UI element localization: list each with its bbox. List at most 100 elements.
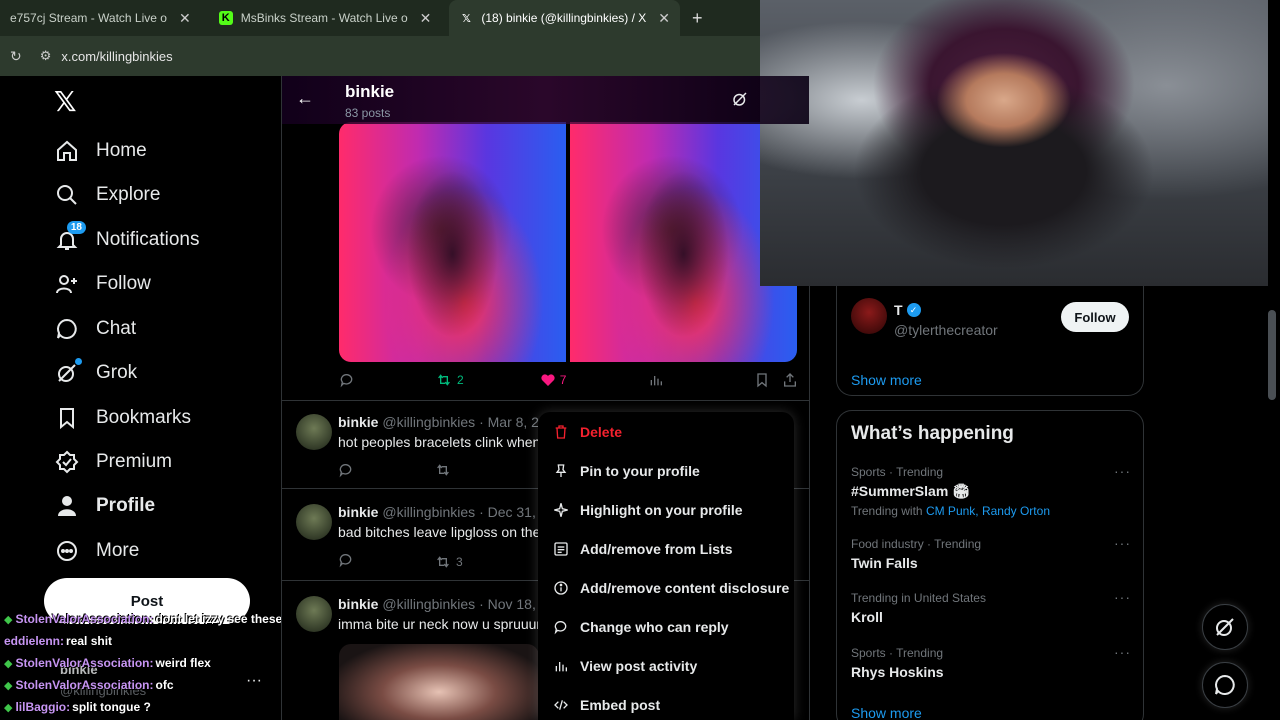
- page-scrollbar[interactable]: [1268, 310, 1276, 400]
- tweet-handle[interactable]: @killingbinkies: [382, 414, 475, 430]
- grok-icon[interactable]: [731, 90, 749, 108]
- site-settings-icon[interactable]: ⚙: [40, 48, 52, 64]
- chat-message: ◆ StolenValorAssociation: dont let izzy …: [0, 608, 290, 630]
- nav-explore[interactable]: Explore: [54, 182, 160, 208]
- reply-icon[interactable]: [338, 552, 354, 571]
- retweet-count: 2: [457, 373, 464, 387]
- more-dots-icon[interactable]: ···: [1114, 644, 1131, 660]
- tweet-author[interactable]: binkie: [338, 504, 378, 520]
- close-icon[interactable]: ✕: [179, 10, 191, 27]
- nav-notifications[interactable]: 18 Notifications: [54, 221, 200, 253]
- nav-premium[interactable]: Premium: [54, 449, 172, 475]
- menu-pin[interactable]: Pin to your profile: [538, 451, 794, 490]
- post-media[interactable]: [339, 122, 797, 362]
- menu-post-activity[interactable]: View post activity: [538, 646, 794, 685]
- avatar[interactable]: [296, 414, 332, 450]
- suggested-user-handle[interactable]: @tylerthecreator: [894, 322, 998, 338]
- nav-chat[interactable]: Chat: [54, 316, 136, 342]
- avatar[interactable]: [296, 504, 332, 540]
- analytics-icon: [651, 376, 663, 386]
- nav-profile[interactable]: Profile: [54, 493, 155, 519]
- browser-tab-2[interactable]: K MsBinks Stream - Watch Live o ✕: [209, 0, 442, 36]
- share-button[interactable]: [782, 372, 798, 388]
- tab-title: e757cj Stream - Watch Live o: [10, 11, 167, 25]
- chat-username: eddielenn:: [4, 634, 65, 648]
- x-favicon-icon: 𝕏: [461, 12, 471, 25]
- retweet-button[interactable]: 3: [434, 552, 463, 571]
- menu-change-reply[interactable]: Change who can reply: [538, 607, 794, 646]
- x-logo-icon[interactable]: 𝕏: [54, 88, 82, 116]
- tweet-text: hot peoples bracelets clink when: [338, 434, 541, 450]
- menu-content-disclosure[interactable]: Add/remove content disclosure: [538, 568, 794, 607]
- bookmark-icon: [757, 373, 768, 388]
- nav-home[interactable]: Home: [54, 138, 147, 164]
- media-photo[interactable]: [339, 122, 566, 362]
- menu-label: Embed post: [580, 696, 661, 713]
- retweet-count: 3: [456, 554, 463, 569]
- back-arrow-icon[interactable]: ←: [296, 88, 314, 109]
- search-icon: [54, 182, 80, 208]
- bookmark-button[interactable]: [754, 372, 770, 388]
- like-count: 7: [559, 373, 567, 387]
- gem-icon: ◆: [4, 613, 13, 626]
- menu-lists[interactable]: Add/remove from Lists: [538, 529, 794, 568]
- avatar[interactable]: [851, 298, 887, 334]
- gem-icon: ◆: [4, 701, 13, 714]
- nav-bookmarks[interactable]: Bookmarks: [54, 405, 191, 431]
- more-dots-icon[interactable]: ···: [1114, 463, 1131, 479]
- trend-title: #SummerSlam 🏟: [851, 483, 970, 499]
- avatar[interactable]: [296, 596, 332, 632]
- trend-related-link[interactable]: CM Punk, Randy Orton: [926, 504, 1050, 518]
- tweet-author[interactable]: binkie: [338, 596, 378, 612]
- reload-icon[interactable]: ↻: [10, 48, 22, 65]
- nav-label: Premium: [96, 451, 173, 472]
- nav-more[interactable]: More: [54, 538, 139, 564]
- reply-icon[interactable]: [338, 462, 354, 481]
- new-tab-button[interactable]: +: [692, 8, 703, 29]
- menu-highlight[interactable]: Highlight on your profile: [538, 490, 794, 529]
- tweet-actions: [338, 462, 452, 481]
- nav-follow[interactable]: Follow: [54, 271, 151, 297]
- retweet-icon[interactable]: [434, 462, 452, 481]
- close-icon[interactable]: ✕: [420, 10, 432, 27]
- tab-title: (18) binkie (@killingbinkies) / X: [481, 11, 647, 25]
- show-more-link[interactable]: Show more: [851, 705, 922, 720]
- close-icon[interactable]: ✕: [658, 10, 670, 27]
- browser-tab-3[interactable]: 𝕏 (18) binkie (@killingbinkies) / X ✕: [449, 0, 681, 36]
- trend-item[interactable]: Sports · Trending Rhys Hoskins ···: [851, 644, 1131, 680]
- gem-icon: ◆: [4, 679, 13, 692]
- trend-item[interactable]: Trending in United States Kroll ···: [851, 589, 1131, 625]
- nav-grok[interactable]: Grok: [54, 358, 137, 386]
- more-dots-icon[interactable]: ···: [1114, 535, 1131, 551]
- messages-fab[interactable]: [1202, 662, 1248, 708]
- address-bar[interactable]: ↻ ⚙ x.com/killingbinkies: [0, 36, 760, 76]
- show-more-link[interactable]: Show more: [851, 372, 922, 388]
- menu-embed[interactable]: Embed post: [538, 685, 794, 720]
- grok-fab[interactable]: [1202, 604, 1248, 650]
- chat-text: weird flex: [155, 656, 211, 670]
- trend-item[interactable]: Sports · Trending #SummerSlam 🏟 Trending…: [851, 463, 1131, 518]
- trend-item[interactable]: Food industry · Trending Twin Falls ···: [851, 535, 1131, 571]
- tweet-media[interactable]: [339, 644, 539, 720]
- like-button[interactable]: 7: [540, 372, 567, 388]
- suggested-user-name[interactable]: T ✓: [894, 302, 921, 318]
- follow-button[interactable]: Follow: [1061, 302, 1129, 332]
- bell-icon: 18: [54, 221, 86, 253]
- menu-delete[interactable]: Delete: [538, 412, 794, 451]
- browser-tab-1[interactable]: e757cj Stream - Watch Live o ✕: [0, 0, 201, 36]
- tweet-date[interactable]: · Mar 8, 20: [479, 414, 547, 430]
- reply-button[interactable]: [339, 372, 355, 388]
- more-dots-icon[interactable]: ···: [1114, 589, 1131, 605]
- trash-icon: [552, 423, 570, 441]
- tweet-handle[interactable]: @killingbinkies: [382, 596, 475, 612]
- url-text: x.com/killingbinkies: [61, 48, 173, 64]
- tweet-author[interactable]: binkie: [338, 414, 378, 430]
- retweet-button[interactable]: 2: [435, 372, 464, 388]
- reply-icon: [340, 374, 353, 388]
- trend-related-prefix: Trending with: [851, 504, 926, 518]
- tweet-meta: binkie @killingbinkies · Mar 8, 20: [338, 414, 547, 430]
- menu-label: Pin to your profile: [580, 462, 700, 479]
- retweet-icon: [437, 555, 449, 568]
- views-button[interactable]: [648, 372, 664, 388]
- tweet-handle[interactable]: @killingbinkies: [382, 504, 475, 520]
